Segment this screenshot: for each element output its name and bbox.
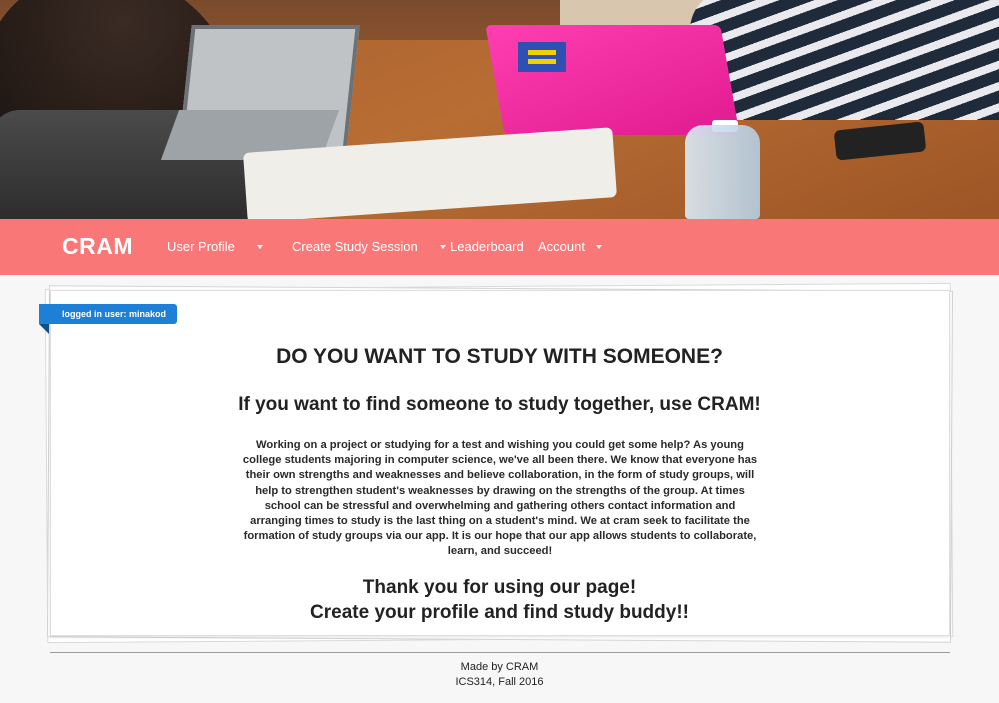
brand-logo[interactable]: CRAM bbox=[62, 233, 133, 260]
logged-in-user-text: logged in user: minakod bbox=[62, 309, 167, 319]
thanks-line-1: Thank you for using our page! bbox=[362, 577, 637, 598]
chevron-down-icon bbox=[595, 244, 602, 249]
footer-divider bbox=[50, 652, 950, 653]
chevron-down-icon bbox=[439, 244, 446, 249]
equality-sticker-icon bbox=[518, 42, 566, 72]
ribbon-fold bbox=[39, 324, 49, 334]
hero-image bbox=[0, 0, 999, 219]
logged-in-user-ribbon: logged in user: minakod bbox=[39, 304, 178, 324]
nav-account[interactable]: Account bbox=[538, 239, 602, 254]
nav-account-label: Account bbox=[538, 239, 585, 254]
hero-water-bottle bbox=[685, 125, 760, 219]
nav-create-study-session-label: Create Study Session bbox=[292, 239, 418, 254]
thanks-line-2: Create your profile and find study buddy… bbox=[310, 602, 689, 623]
nav-leaderboard[interactable]: Leaderboard bbox=[450, 239, 524, 254]
nav-create-study-session[interactable]: Create Study Session bbox=[292, 239, 446, 254]
page-subheading: If you want to find someone to study tog… bbox=[238, 394, 761, 415]
page-heading: DO YOU WANT TO STUDY WITH SOMEONE? bbox=[276, 345, 723, 368]
chevron-down-icon bbox=[256, 244, 263, 249]
intro-paragraph: Working on a project or studying for a t… bbox=[242, 439, 758, 558]
top-navbar: CRAM User Profile Create Study Session L… bbox=[0, 219, 999, 275]
nav-user-profile-label: User Profile bbox=[167, 239, 235, 254]
footer-credit: Made by CRAM bbox=[460, 661, 539, 673]
thanks-message: Thank you for using our page! Create you… bbox=[0, 575, 999, 625]
nav-leaderboard-label: Leaderboard bbox=[450, 239, 524, 254]
hero-person-right bbox=[690, 0, 999, 120]
footer: Made by CRAM ICS314, Fall 2016 bbox=[0, 660, 999, 690]
nav-user-profile[interactable]: User Profile bbox=[167, 239, 263, 254]
footer-course: ICS314, Fall 2016 bbox=[455, 676, 544, 688]
